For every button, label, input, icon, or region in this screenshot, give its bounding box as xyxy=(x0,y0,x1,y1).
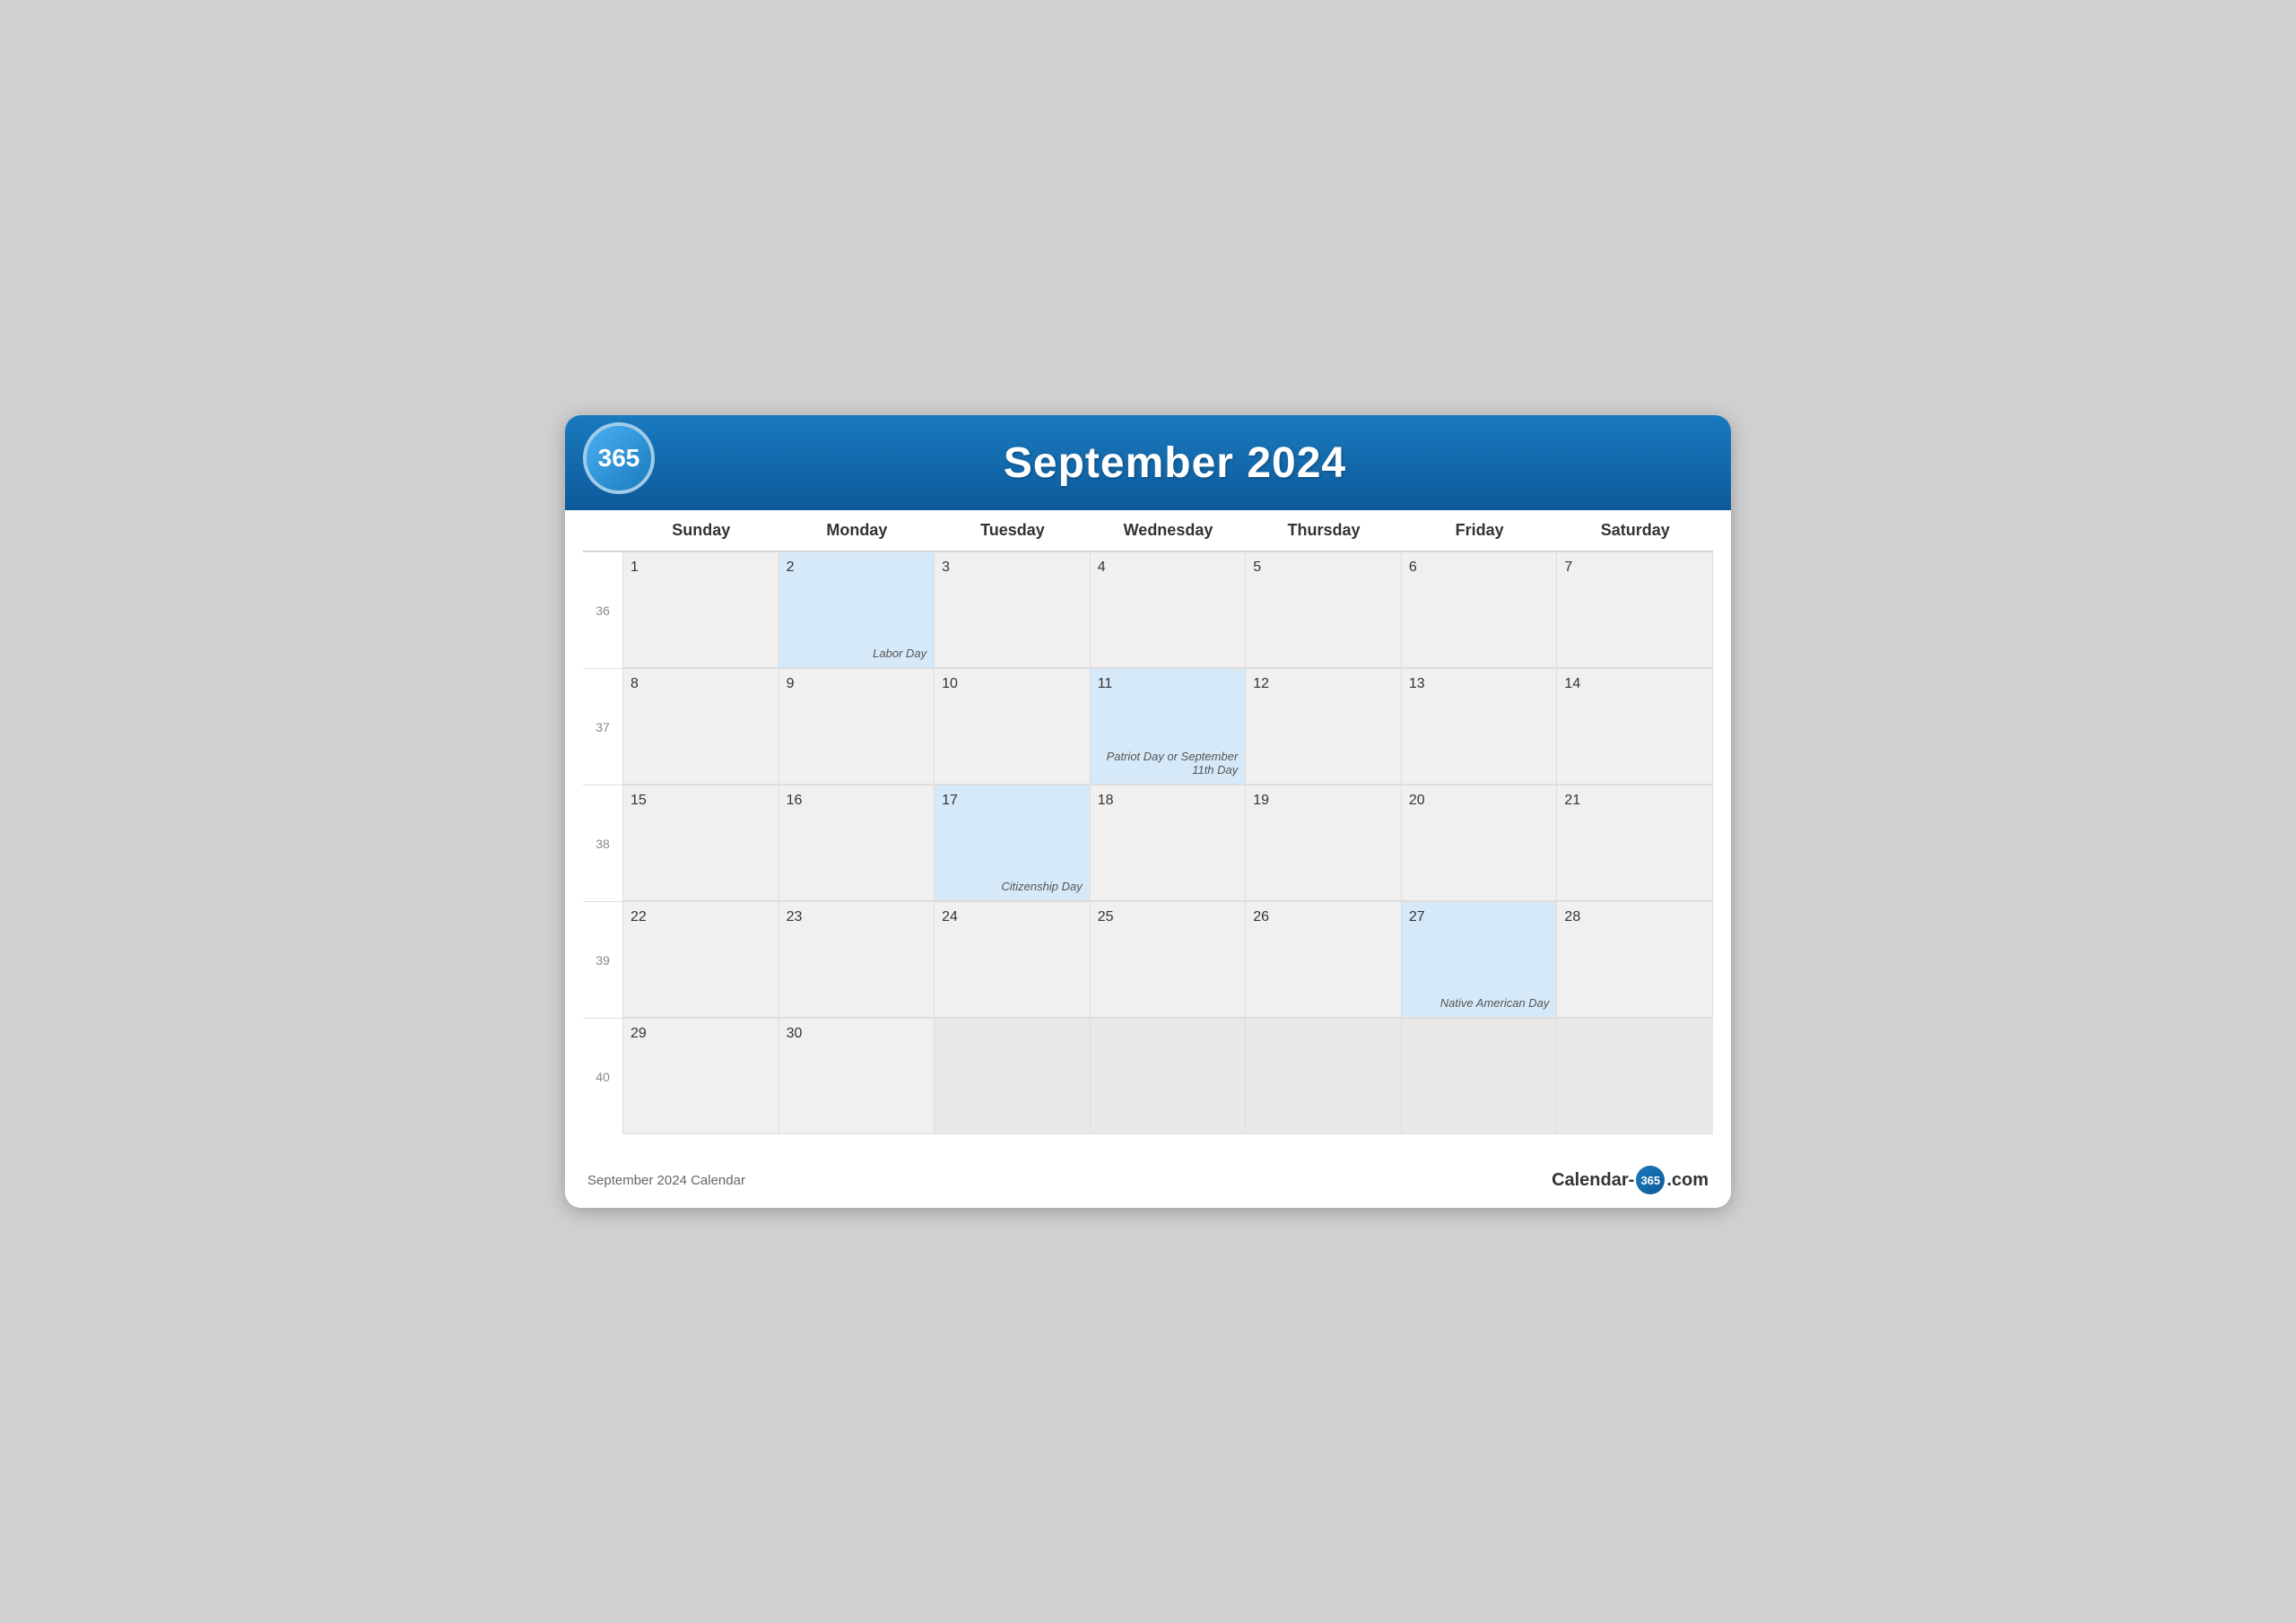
day-cell xyxy=(1402,1018,1558,1134)
day-cell xyxy=(1091,1018,1247,1134)
day-cell xyxy=(935,1018,1091,1134)
day-header-saturday: Saturday xyxy=(1557,510,1713,551)
day-header-monday: Monday xyxy=(779,510,935,551)
day-cell: 11 Patriot Day or September 11th Day xyxy=(1091,668,1247,785)
date-number-19: 19 xyxy=(1253,793,1394,809)
date-number-24: 24 xyxy=(942,909,1083,925)
date-number-25: 25 xyxy=(1098,909,1239,925)
calendar-title: September 2024 xyxy=(655,438,1695,488)
day-cell: 5 xyxy=(1246,551,1402,668)
date-number-4: 4 xyxy=(1098,560,1239,576)
date-number-13: 13 xyxy=(1409,676,1550,692)
footer-logo: Calendar- 365 .com xyxy=(1552,1166,1709,1194)
date-number-18: 18 xyxy=(1098,793,1239,809)
day-cell: 16 xyxy=(779,785,935,901)
day-cell: 2 Labor Day xyxy=(779,551,935,668)
date-number-22: 22 xyxy=(631,909,771,925)
day-cell: 9 xyxy=(779,668,935,785)
calendar-grid: 36 12 Labor Day 34567 37 89 10 11 Patriot Day or… xyxy=(583,551,1713,1134)
footer-logo-domain: .com xyxy=(1666,1170,1709,1191)
day-cell: 29 xyxy=(623,1018,779,1134)
calendar-header: 365 September 2024 xyxy=(565,415,1731,510)
day-cell: 1 xyxy=(623,551,779,668)
day-header-tuesday: Tuesday xyxy=(935,510,1091,551)
day-cell: 6 xyxy=(1402,551,1558,668)
week-num-39: 39 xyxy=(583,901,623,1018)
week-num-37: 37 xyxy=(583,668,623,785)
date-number-10: 10 xyxy=(942,676,1083,692)
date-number-23: 23 xyxy=(787,909,927,925)
holiday-label: Native American Day xyxy=(1440,996,1550,1010)
day-cell: 22 xyxy=(623,901,779,1018)
day-cell: 30 xyxy=(779,1018,935,1134)
day-cell xyxy=(1557,1018,1713,1134)
footer-text: September 2024 Calendar xyxy=(587,1173,745,1188)
day-header-friday: Friday xyxy=(1402,510,1558,551)
calendar-body: Sunday Monday Tuesday Wednesday Thursday… xyxy=(565,510,1731,1152)
day-cell: 12 xyxy=(1246,668,1402,785)
day-cell: 8 xyxy=(623,668,779,785)
day-cell: 15 xyxy=(623,785,779,901)
date-number-30: 30 xyxy=(787,1026,927,1042)
calendar-container: 365 September 2024 Sunday Monday Tuesday… xyxy=(565,415,1731,1208)
day-cell: 27 Native American Day xyxy=(1402,901,1558,1018)
date-number-9: 9 xyxy=(787,676,927,692)
week-num-header xyxy=(583,510,623,551)
date-number-14: 14 xyxy=(1564,676,1705,692)
day-header-wednesday: Wednesday xyxy=(1091,510,1247,551)
date-number-11: 11 xyxy=(1098,676,1239,692)
day-cell: 10 xyxy=(935,668,1091,785)
week-num-36: 36 xyxy=(583,551,623,668)
day-cell: 26 xyxy=(1246,901,1402,1018)
week-num-38: 38 xyxy=(583,785,623,901)
date-number-8: 8 xyxy=(631,676,771,692)
week-num-40: 40 xyxy=(583,1018,623,1134)
date-number-15: 15 xyxy=(631,793,771,809)
date-number-7: 7 xyxy=(1564,560,1705,576)
footer-logo-text: Calendar- xyxy=(1552,1170,1634,1191)
date-number-29: 29 xyxy=(631,1026,771,1042)
day-cell: 24 xyxy=(935,901,1091,1018)
day-cell: 14 xyxy=(1557,668,1713,785)
date-number-12: 12 xyxy=(1253,676,1394,692)
day-cell: 23 xyxy=(779,901,935,1018)
day-cell: 3 xyxy=(935,551,1091,668)
day-cell: 25 xyxy=(1091,901,1247,1018)
day-cell: 17 Citizenship Day xyxy=(935,785,1091,901)
day-headers-row: Sunday Monday Tuesday Wednesday Thursday… xyxy=(583,510,1713,551)
date-number-3: 3 xyxy=(942,560,1083,576)
date-number-1: 1 xyxy=(631,560,771,576)
date-number-5: 5 xyxy=(1253,560,1394,576)
day-cell: 18 xyxy=(1091,785,1247,901)
day-cell xyxy=(1246,1018,1402,1134)
day-cell: 19 xyxy=(1246,785,1402,901)
day-cell: 20 xyxy=(1402,785,1558,901)
day-header-thursday: Thursday xyxy=(1246,510,1402,551)
date-number-17: 17 xyxy=(942,793,1083,809)
day-cell: 4 xyxy=(1091,551,1247,668)
date-number-26: 26 xyxy=(1253,909,1394,925)
date-number-20: 20 xyxy=(1409,793,1550,809)
date-number-27: 27 xyxy=(1409,909,1550,925)
logo-text: 365 xyxy=(598,444,640,473)
date-number-21: 21 xyxy=(1564,793,1705,809)
day-cell: 7 xyxy=(1557,551,1713,668)
day-cell: 13 xyxy=(1402,668,1558,785)
date-number-6: 6 xyxy=(1409,560,1550,576)
date-number-28: 28 xyxy=(1564,909,1705,925)
calendar-footer: September 2024 Calendar Calendar- 365 .c… xyxy=(565,1152,1731,1208)
holiday-label: Labor Day xyxy=(873,647,926,660)
date-number-2: 2 xyxy=(787,560,927,576)
logo-365: 365 xyxy=(583,422,655,494)
day-header-sunday: Sunday xyxy=(623,510,779,551)
holiday-label: Citizenship Day xyxy=(1001,880,1082,893)
day-cell: 21 xyxy=(1557,785,1713,901)
date-number-16: 16 xyxy=(787,793,927,809)
day-cell: 28 xyxy=(1557,901,1713,1018)
footer-logo-365: 365 xyxy=(1636,1166,1665,1194)
holiday-label: Patriot Day or September 11th Day xyxy=(1099,750,1238,777)
